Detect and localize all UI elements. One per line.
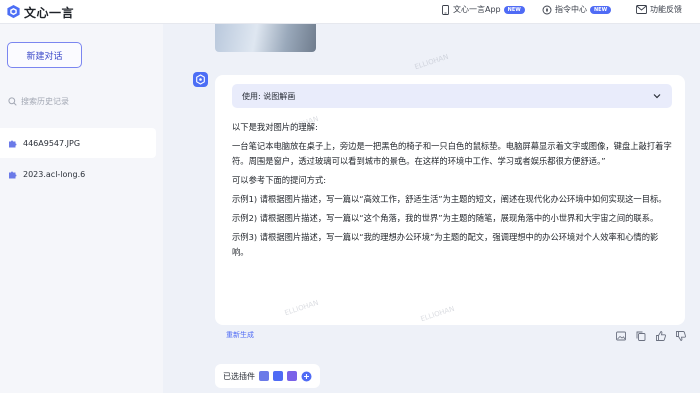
message-paragraph: 以下是我对图片的理解: bbox=[232, 122, 318, 132]
wenxin-logo-icon[interactable] bbox=[6, 4, 21, 19]
message-content: 以下是我对图片的理解: 一台笔记本电脑放在桌子上，旁边是一把黑色的椅子和一只白色… bbox=[232, 120, 672, 264]
history-item-label: 446A9547.JPG bbox=[23, 138, 81, 148]
history-item-label: 2023.acl-long.6 bbox=[23, 169, 86, 179]
uploaded-image-thumbnail[interactable] bbox=[215, 24, 316, 52]
sidebar: 新建对话 搜索历史记录 446A9547.JPG 2023.acl-long.6 bbox=[0, 24, 163, 393]
plugin-usage-bar[interactable]: 使用: 说图解画 bbox=[232, 84, 672, 108]
search-icon bbox=[8, 97, 17, 106]
new-chat-button[interactable]: 新建对话 bbox=[7, 42, 82, 68]
message-paragraph: 示例3) 请根据图片描述，写一篇以“我的理想办公环境”为主题的配文，强调理想中的… bbox=[232, 232, 659, 257]
message-paragraph: 可以参考下面的提问方式: bbox=[232, 175, 327, 185]
new-badge: NEW bbox=[503, 5, 525, 14]
image-icon[interactable] bbox=[615, 330, 627, 342]
phone-icon bbox=[442, 4, 449, 15]
add-plugin-icon[interactable] bbox=[301, 371, 312, 382]
plugin-puzzle-icon bbox=[9, 171, 17, 178]
message-actions bbox=[615, 330, 687, 342]
app-title: 文心一言 bbox=[24, 6, 75, 20]
assistant-message: 使用: 说图解画 以下是我对图片的理解: 一台笔记本电脑放在桌子上，旁边是一把黑… bbox=[215, 75, 685, 325]
copy-icon[interactable] bbox=[635, 330, 647, 342]
compass-icon bbox=[542, 5, 552, 14]
plugin-icon[interactable] bbox=[287, 371, 297, 381]
bot-avatar bbox=[193, 72, 208, 87]
command-center-label: 指令中心 bbox=[555, 5, 587, 14]
thumbs-up-icon[interactable] bbox=[655, 330, 667, 342]
usage-label: 使用: 说图解画 bbox=[242, 91, 296, 101]
app-download-link[interactable]: 文心一言App NEW bbox=[441, 4, 525, 15]
history-search[interactable]: 搜索历史记录 bbox=[8, 96, 69, 107]
top-bar: 文心一言 文心一言App NEW 指令中心 NEW 功能反馈 bbox=[0, 0, 700, 24]
history-item[interactable]: 2023.acl-long.6 bbox=[0, 159, 156, 189]
plugin-icon[interactable] bbox=[273, 371, 283, 381]
regenerate-button[interactable]: 重新生成 bbox=[226, 330, 254, 340]
thumbs-down-icon[interactable] bbox=[675, 330, 687, 342]
selected-plugins-bar[interactable]: 已选插件 bbox=[215, 364, 320, 388]
feedback-link[interactable]: 功能反馈 bbox=[636, 4, 682, 15]
new-badge: NEW bbox=[590, 5, 612, 14]
bot-logo-icon bbox=[196, 74, 205, 85]
search-placeholder: 搜索历史记录 bbox=[21, 97, 69, 106]
command-center-link[interactable]: 指令中心 NEW bbox=[542, 4, 612, 15]
message-paragraph: 示例2) 请根据图片描述，写一篇以“这个角落，我的世界”为主题的随笔，展现角落中… bbox=[232, 213, 659, 223]
history-item[interactable]: 446A9547.JPG bbox=[0, 128, 156, 158]
message-paragraph: 一台笔记本电脑放在桌子上，旁边是一把黑色的椅子和一只白色的鼠标垫。电脑屏幕显示着… bbox=[232, 141, 672, 166]
plugin-puzzle-icon bbox=[9, 140, 17, 147]
app-download-label: 文心一言App bbox=[453, 5, 501, 14]
mail-icon bbox=[636, 5, 647, 14]
chevron-down-icon bbox=[653, 94, 661, 99]
plugins-label: 已选插件 bbox=[223, 371, 255, 381]
message-paragraph: 示例1) 请根据图片描述，写一篇以“高效工作，舒适生活”为主题的短文，阐述在现代… bbox=[232, 194, 667, 204]
feedback-label: 功能反馈 bbox=[650, 5, 682, 14]
plugin-icon[interactable] bbox=[259, 371, 269, 381]
chat-area: 使用: 说图解画 以下是我对图片的理解: 一台笔记本电脑放在桌子上，旁边是一把黑… bbox=[163, 24, 700, 393]
